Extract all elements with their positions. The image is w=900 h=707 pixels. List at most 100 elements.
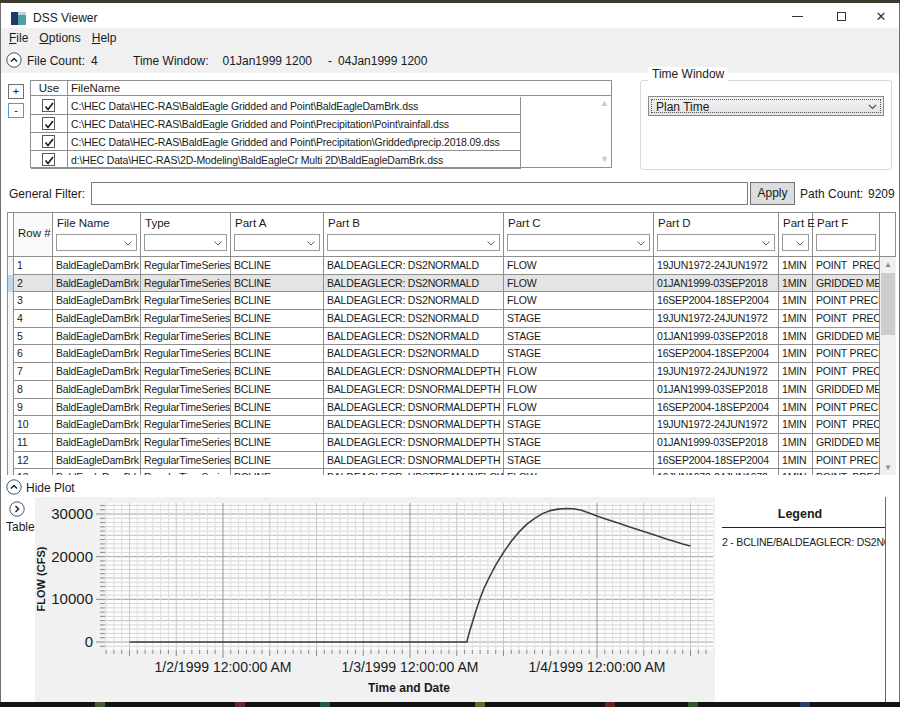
table-row[interactable]: 1BaldEagleDamBrkRegularTimeSeriesBCLINEB… [8, 257, 880, 275]
cell: BCLINE [231, 381, 324, 399]
table-expander[interactable] [9, 501, 25, 517]
column-filter-combobox[interactable] [657, 234, 775, 251]
plot-section: 01000020000300001/2/1999 12:00:00 AM1/3/… [1, 497, 899, 702]
file-row[interactable]: d:\HEC Data\HEC-RAS\2D-Modeling\BaldEagl… [31, 151, 521, 169]
column-header-part-c[interactable]: Part C [504, 213, 654, 256]
column-filter-combobox[interactable] [144, 234, 227, 251]
cell: BALDEAGLECR: DS2NORMALD [324, 292, 504, 310]
table-row[interactable]: 13BaldEagleDamBrkRegularTimeSeriesBCLINE… [8, 469, 880, 475]
file-row[interactable]: C:\HEC Data\HEC-RAS\BaldEagle Gridded an… [31, 97, 521, 115]
cell: GRIDDED ME [813, 328, 880, 346]
table-row[interactable]: 5BaldEagleDamBrkRegularTimeSeriesBCLINEB… [8, 328, 880, 346]
column-filter-combobox[interactable] [327, 234, 500, 251]
chevron-down-icon [796, 241, 804, 246]
scroll-up-icon[interactable]: ▲ [880, 257, 896, 272]
table-row[interactable]: 8BaldEagleDamBrkRegularTimeSeriesBCLINEB… [8, 381, 880, 399]
cell: BaldEagleDamBrk [53, 257, 141, 275]
file-path: C:\HEC Data\HEC-RAS\BaldEagle Gridded an… [71, 118, 449, 130]
cell: BaldEagleDamBrk [53, 328, 141, 346]
menu-help[interactable]: Help [92, 29, 127, 47]
menu-file[interactable]: File [9, 29, 38, 47]
column-header-part-b[interactable]: Part B [324, 213, 504, 256]
column-title: Part C [508, 217, 541, 229]
cell: 19JUN1972-24JUN1972 [654, 257, 779, 275]
column-filter-combobox[interactable] [782, 234, 809, 251]
column-filter-combobox[interactable] [507, 234, 650, 251]
cell: BALDEAGLECR: DSNORMALDEPTH [324, 434, 504, 452]
column-filter-combobox[interactable] [56, 234, 137, 251]
file-row[interactable]: C:\HEC Data\HEC-RAS\BaldEagle Gridded an… [31, 133, 521, 151]
column-header-part-e[interactable]: Part E [779, 213, 813, 256]
table-row[interactable]: 12BaldEagleDamBrkRegularTimeSeriesBCLINE… [8, 452, 880, 470]
scroll-down-icon[interactable]: ▼ [880, 460, 896, 475]
scroll-up-icon[interactable]: ▲ [599, 98, 610, 109]
cell: 13 [14, 469, 53, 475]
cell: BaldEagleDamBrk [53, 345, 141, 363]
column-header-type[interactable]: Type [141, 213, 231, 256]
cell: RegularTimeSeries [141, 399, 231, 417]
minimize-button[interactable] [775, 3, 819, 29]
cell: 19JUN1972-24JUN1972 [654, 469, 779, 475]
collapse-files-expander[interactable] [6, 52, 22, 68]
paths-table-scrollbar[interactable]: ▲ ▼ [880, 257, 896, 475]
menu-options[interactable]: Options [39, 29, 90, 47]
column-header-part-f[interactable]: Part F [813, 213, 880, 256]
use-checkbox[interactable] [42, 135, 55, 148]
file-count-label: File Count: [27, 54, 85, 68]
maximize-button[interactable] [819, 3, 863, 29]
path-count-value: 9209 [868, 187, 895, 201]
table-row[interactable]: 11BaldEagleDamBrkRegularTimeSeriesBCLINE… [8, 434, 880, 452]
general-filter-input[interactable] [91, 182, 748, 205]
cell: BCLINE [231, 345, 324, 363]
scrollbar-thumb[interactable] [881, 273, 895, 335]
cell: 1MIN [779, 328, 813, 346]
cell: BCLINE [231, 469, 324, 475]
column-header-row-[interactable]: Row # [14, 213, 53, 256]
time-window-combobox[interactable]: Plan Time [648, 96, 884, 116]
cell: 10 [14, 416, 53, 434]
legend-divider [722, 527, 885, 528]
cell: POINT PRECI [813, 310, 880, 328]
column-title: Part A [235, 217, 266, 229]
cell: STAGE [504, 345, 654, 363]
file-list-scrollbar[interactable]: ▲ ▼ [598, 96, 611, 167]
file-row[interactable]: C:\HEC Data\HEC-RAS\BaldEagle Gridded an… [31, 115, 521, 133]
add-file-button[interactable]: + [8, 84, 24, 99]
chevron-down-icon [762, 241, 770, 246]
column-header-part-d[interactable]: Part D [654, 213, 779, 256]
cell: FLOW [504, 292, 654, 310]
cell: BALDEAGLECR: DSNORMALDEPTH [324, 381, 504, 399]
table-row[interactable]: 3BaldEagleDamBrkRegularTimeSeriesBCLINEB… [8, 292, 880, 310]
table-row[interactable]: 9BaldEagleDamBrkRegularTimeSeriesBCLINEB… [8, 399, 880, 417]
table-row[interactable]: 4BaldEagleDamBrkRegularTimeSeriesBCLINEB… [8, 310, 880, 328]
cell: BCLINE [231, 399, 324, 417]
use-checkbox[interactable] [42, 153, 55, 166]
cell: RegularTimeSeries [141, 469, 231, 475]
legend-title: Legend [715, 507, 885, 521]
cell: 1MIN [779, 363, 813, 381]
table-row[interactable]: 10BaldEagleDamBrkRegularTimeSeriesBCLINE… [8, 416, 880, 434]
table-row[interactable]: 6BaldEagleDamBrkRegularTimeSeriesBCLINEB… [8, 345, 880, 363]
apply-button[interactable]: Apply [750, 182, 795, 205]
cell: 1MIN [779, 399, 813, 417]
cell: RegularTimeSeries [141, 310, 231, 328]
close-button[interactable]: ✕ [859, 3, 900, 29]
table-row[interactable]: 2BaldEagleDamBrkRegularTimeSeriesBCLINEB… [8, 275, 880, 293]
column-filter-combobox[interactable] [816, 234, 876, 251]
use-checkbox[interactable] [42, 99, 55, 112]
column-header-file-name[interactable]: File Name [53, 213, 141, 256]
table-row[interactable]: 7BaldEagleDamBrkRegularTimeSeriesBCLINEB… [8, 363, 880, 381]
cell: BCLINE [231, 452, 324, 470]
column-header-part-a[interactable]: Part A [231, 213, 324, 256]
cell: FLOW [504, 381, 654, 399]
remove-file-button[interactable]: - [8, 103, 24, 118]
svg-text:30000: 30000 [51, 505, 93, 522]
scroll-down-icon[interactable]: ▼ [599, 154, 610, 165]
cell: BaldEagleDamBrk [53, 275, 141, 293]
column-filter-combobox[interactable] [234, 234, 320, 251]
cell: BALDEAGLECR: DS2NORMALD [324, 310, 504, 328]
hide-plot-expander[interactable] [6, 479, 22, 495]
use-checkbox[interactable] [42, 117, 55, 130]
cell: FLOW [504, 275, 654, 293]
cell: BCLINE [231, 310, 324, 328]
